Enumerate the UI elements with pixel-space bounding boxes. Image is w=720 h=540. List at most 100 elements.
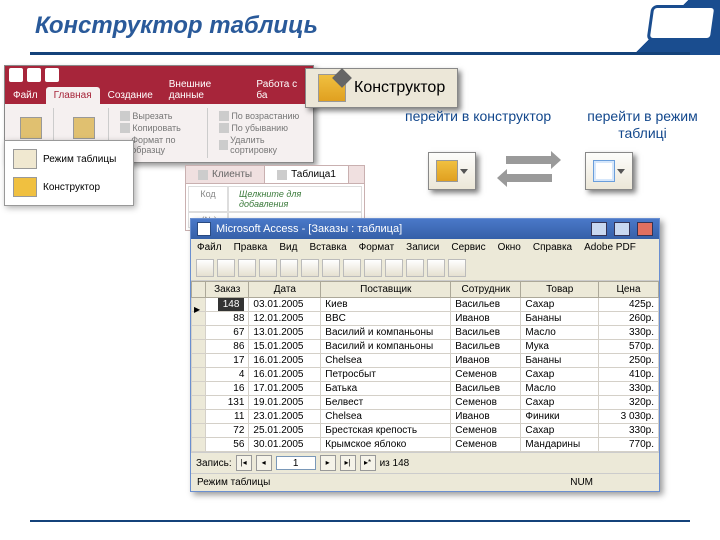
table-row[interactable]: 416.01.2005ПетросбытСеменовСахар410р. — [192, 368, 659, 382]
row-selector[interactable] — [192, 340, 206, 354]
menu-item[interactable]: Окно — [498, 242, 521, 253]
row-selector[interactable] — [192, 298, 206, 312]
doc-tab-active[interactable]: Таблица1 — [265, 166, 349, 183]
column-header[interactable]: Дата — [249, 282, 321, 298]
view-icon[interactable] — [20, 117, 42, 139]
column-header[interactable]: Поставщик — [321, 282, 451, 298]
toolbar-button[interactable] — [238, 259, 256, 277]
cell[interactable]: Брестская крепость — [321, 424, 451, 438]
add-column-hint[interactable]: Щелкните для добавления — [228, 186, 362, 212]
save-icon[interactable] — [27, 68, 41, 82]
ribbon-tab[interactable]: Работа с ба — [248, 76, 313, 104]
cell[interactable]: Chelsea — [321, 410, 451, 424]
column-header[interactable]: Сотрудник — [451, 282, 521, 298]
file-tab[interactable]: Файл — [5, 87, 46, 104]
cell[interactable]: 16.01.2005 — [249, 368, 321, 382]
toolbar-button[interactable] — [406, 259, 424, 277]
cell-id[interactable]: 16 — [206, 382, 249, 396]
cell[interactable]: Семенов — [451, 396, 521, 410]
row-selector[interactable] — [192, 326, 206, 340]
cell-price[interactable]: 330р. — [599, 326, 659, 340]
cell[interactable]: Chelsea — [321, 354, 451, 368]
doc-tab[interactable]: Клиенты — [186, 166, 265, 183]
menu-item[interactable]: Справка — [533, 242, 572, 253]
cut-icon[interactable] — [120, 111, 130, 121]
undo-icon[interactable] — [45, 68, 59, 82]
row-selector[interactable] — [192, 382, 206, 396]
cell-price[interactable]: 260р. — [599, 312, 659, 326]
cell[interactable]: Петросбыт — [321, 368, 451, 382]
cell[interactable]: Масло — [521, 326, 599, 340]
nav-first-button[interactable]: |◂ — [236, 455, 252, 471]
menu-item[interactable]: Сервис — [451, 242, 485, 253]
cell[interactable]: 30.01.2005 — [249, 438, 321, 452]
toolbar-button[interactable] — [448, 259, 466, 277]
ribbon-tab[interactable]: Внешние данные — [161, 76, 249, 104]
maximize-button[interactable] — [614, 222, 630, 236]
toolbar-button[interactable] — [343, 259, 361, 277]
cell-price[interactable]: 570р. — [599, 340, 659, 354]
row-selector[interactable] — [192, 424, 206, 438]
cell-id[interactable]: 11 — [206, 410, 249, 424]
cell-id[interactable]: 88 — [206, 312, 249, 326]
cell[interactable]: Васильев — [451, 326, 521, 340]
sort-asc-icon[interactable] — [219, 111, 229, 121]
cell-price[interactable]: 425р. — [599, 298, 659, 312]
cell[interactable]: Василий и компаньоны — [321, 340, 451, 354]
cell-id[interactable]: 131 — [206, 396, 249, 410]
minimize-button[interactable] — [591, 222, 607, 236]
cell[interactable]: 03.01.2005 — [249, 298, 321, 312]
table-row[interactable]: 8615.01.2005Василий и компаньоныВасильев… — [192, 340, 659, 354]
cell[interactable]: Киев — [321, 298, 451, 312]
column-header[interactable]: Заказ — [206, 282, 249, 298]
cell[interactable]: Финики — [521, 410, 599, 424]
toolbar-button[interactable] — [385, 259, 403, 277]
cell[interactable]: Иванов — [451, 354, 521, 368]
close-button[interactable] — [637, 222, 653, 236]
toolbar-button[interactable] — [301, 259, 319, 277]
row-selector[interactable] — [192, 396, 206, 410]
cell-id[interactable]: 148 — [206, 298, 249, 312]
cell-price[interactable]: 250р. — [599, 354, 659, 368]
cell[interactable]: Василий и компаньоны — [321, 326, 451, 340]
cell[interactable]: Бананы — [521, 312, 599, 326]
table-row[interactable]: 5630.01.2005Крымское яблокоСеменовМандар… — [192, 438, 659, 452]
design-view-button[interactable] — [428, 152, 476, 190]
copy-icon[interactable] — [120, 123, 130, 133]
cell[interactable]: 15.01.2005 — [249, 340, 321, 354]
cell[interactable]: Сахар — [521, 424, 599, 438]
row-selector[interactable] — [192, 354, 206, 368]
row-selector[interactable] — [192, 368, 206, 382]
nav-last-button[interactable]: ▸| — [340, 455, 356, 471]
table-row[interactable]: 6713.01.2005Василий и компаньоныВасильев… — [192, 326, 659, 340]
menu-item[interactable]: Вставка — [309, 242, 346, 253]
table-row[interactable]: 14803.01.2005КиевВасильевСахар425р. — [192, 298, 659, 312]
toolbar-button[interactable] — [322, 259, 340, 277]
sort-desc-icon[interactable] — [219, 123, 229, 133]
cell[interactable]: Иванов — [451, 312, 521, 326]
cell[interactable]: 23.01.2005 — [249, 410, 321, 424]
cell[interactable]: BBC — [321, 312, 451, 326]
cell-price[interactable]: 410р. — [599, 368, 659, 382]
view-item-design[interactable]: Конструктор — [9, 173, 129, 201]
cell[interactable]: 16.01.2005 — [249, 354, 321, 368]
cell[interactable]: Крымское яблоко — [321, 438, 451, 452]
row-selector[interactable] — [192, 410, 206, 424]
table-row[interactable]: 1617.01.2005БатькаВасильевМасло330р. — [192, 382, 659, 396]
clear-sort-icon[interactable] — [219, 140, 228, 150]
menu-item[interactable]: Файл — [197, 242, 222, 253]
column-header[interactable]: Товар — [521, 282, 599, 298]
cell[interactable]: Васильев — [451, 340, 521, 354]
cell[interactable]: 17.01.2005 — [249, 382, 321, 396]
cell-price[interactable]: 320р. — [599, 396, 659, 410]
cell-price[interactable]: 3 030р. — [599, 410, 659, 424]
table-row[interactable]: 7225.01.2005Брестская крепостьСеменовСах… — [192, 424, 659, 438]
nav-new-button[interactable]: ▸* — [360, 455, 376, 471]
cell[interactable]: Васильев — [451, 298, 521, 312]
cell[interactable]: Бананы — [521, 354, 599, 368]
ribbon-tab[interactable]: Главная — [46, 87, 100, 104]
nav-current-input[interactable] — [276, 456, 316, 470]
nav-prev-button[interactable]: ◂ — [256, 455, 272, 471]
cell[interactable]: Иванов — [451, 410, 521, 424]
row-selector[interactable] — [192, 312, 206, 326]
